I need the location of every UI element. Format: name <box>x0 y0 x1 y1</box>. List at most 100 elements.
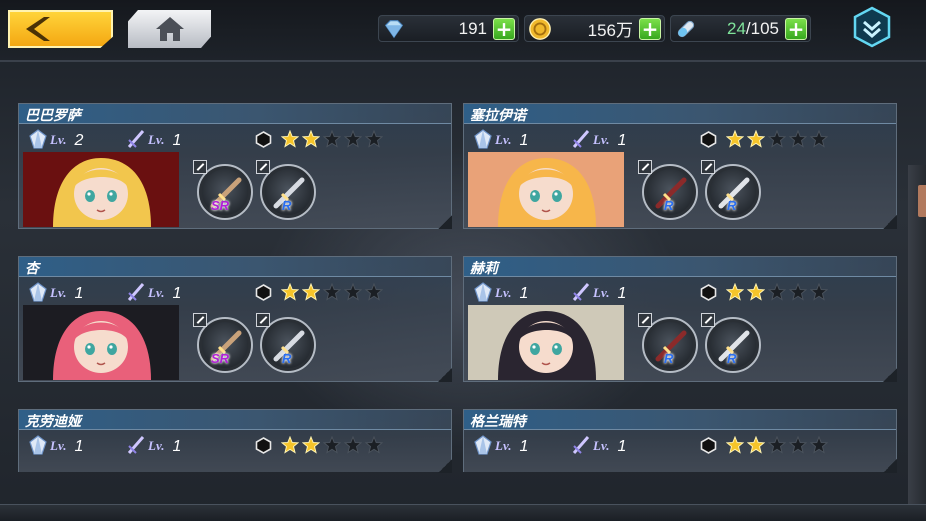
star-empty-icon <box>810 130 828 148</box>
level-row: Lv. 1 Lv. 1 <box>27 434 447 456</box>
star-empty-icon <box>323 283 341 301</box>
star-empty-icon <box>344 283 362 301</box>
weapon-level-value: 1 <box>172 132 182 149</box>
character-card[interactable]: 克劳迪娅 Lv. 1 Lv. 1 <box>18 409 452 473</box>
weapon-slot[interactable]: R <box>701 160 761 220</box>
character-card[interactable]: 格兰瑞特 Lv. 1 Lv. 1 <box>463 409 897 473</box>
star-filled-icon <box>726 436 744 454</box>
character-name: 巴巴罗萨 <box>25 108 81 124</box>
character-name: 塞拉伊诺 <box>470 108 526 124</box>
hexagon-icon <box>255 284 272 301</box>
character-portrait <box>468 305 624 380</box>
card-header: 格兰瑞特 <box>464 410 896 430</box>
weapon-slot[interactable]: R <box>256 160 316 220</box>
diamond-value: 191 <box>458 18 487 38</box>
star-filled-icon <box>747 130 765 148</box>
star-rating <box>281 130 383 148</box>
level-row: Lv. 1 Lv. 1 <box>472 434 892 456</box>
star-filled-icon <box>726 130 744 148</box>
character-level: Lv. 2 <box>27 128 83 150</box>
star-empty-icon <box>323 436 341 454</box>
character-name: 格兰瑞特 <box>470 414 526 430</box>
stamina-capsule-icon <box>673 16 699 42</box>
portrait-frame <box>468 305 624 380</box>
gold-value: 156万 <box>587 21 633 40</box>
hexagon-icon <box>255 131 272 148</box>
character-level-value: 1 <box>74 285 84 302</box>
character-card[interactable]: 赫莉 Lv. 1 Lv. 1 R R <box>463 256 897 382</box>
portrait-frame <box>468 152 624 227</box>
weapon-rarity-label: R <box>727 198 737 213</box>
star-empty-icon <box>789 283 807 301</box>
character-card[interactable]: 塞拉伊诺 Lv. 1 Lv. 1 R R <box>463 103 897 229</box>
star-empty-icon <box>768 130 786 148</box>
level-crystal-icon <box>29 435 47 455</box>
character-level-value: 1 <box>519 285 529 302</box>
hexagon-icon <box>700 131 717 148</box>
card-header: 巴巴罗萨 <box>19 104 451 124</box>
weapon-rarity-label: R <box>664 198 674 213</box>
star-empty-icon <box>810 283 828 301</box>
scroll-strip[interactable] <box>908 165 926 521</box>
star-empty-icon <box>768 283 786 301</box>
hexagon-icon <box>700 437 717 454</box>
weapon-slot[interactable]: SR <box>193 313 253 373</box>
character-card[interactable]: 杏 Lv. 1 Lv. 1 SR R <box>18 256 452 382</box>
weapon-level-value: 1 <box>172 285 182 302</box>
star-empty-icon <box>789 130 807 148</box>
level-sword-icon <box>127 130 145 148</box>
weapon-level: Lv. 1 <box>570 281 626 303</box>
arrow-left-icon <box>26 17 50 41</box>
star-filled-icon <box>302 130 320 148</box>
character-level-value: 1 <box>519 438 529 455</box>
weapon-rarity-label: SR <box>211 198 230 213</box>
star-empty-icon <box>789 436 807 454</box>
weapon-level-value: 1 <box>617 285 627 302</box>
star-filled-icon <box>281 130 299 148</box>
character-name: 杏 <box>25 261 39 277</box>
star-filled-icon <box>302 436 320 454</box>
card-header: 塞拉伊诺 <box>464 104 896 124</box>
gold-coin-icon <box>527 16 553 42</box>
star-empty-icon <box>365 130 383 148</box>
star-filled-icon <box>302 283 320 301</box>
weapon-slot[interactable]: R <box>256 313 316 373</box>
star-empty-icon <box>344 436 362 454</box>
character-card[interactable]: 巴巴罗萨 Lv. 2 Lv. 1 SR R <box>18 103 452 229</box>
diamond-icon <box>381 16 407 42</box>
home-button[interactable] <box>128 10 211 48</box>
character-name: 赫莉 <box>470 261 498 277</box>
star-filled-icon <box>747 436 765 454</box>
scroll-thumb[interactable] <box>918 185 926 217</box>
character-level-value: 1 <box>519 132 529 149</box>
stamina-counter: 24/105 + <box>670 15 811 42</box>
add-diamond-button[interactable]: + <box>493 17 515 40</box>
weapon-level: Lv. 1 <box>570 434 626 456</box>
star-empty-icon <box>365 436 383 454</box>
weapon-level: Lv. 1 <box>125 434 181 456</box>
level-row: Lv. 1 Lv. 1 <box>27 281 447 303</box>
card-header: 克劳迪娅 <box>19 410 451 430</box>
weapon-slot[interactable]: SR <box>193 160 253 220</box>
level-sword-icon <box>572 283 590 301</box>
character-level: Lv. 1 <box>27 434 83 456</box>
star-rating <box>726 283 828 301</box>
level-crystal-icon <box>29 282 47 302</box>
dropdown-menu-button[interactable] <box>852 6 892 48</box>
character-portrait <box>23 305 179 380</box>
add-gold-button[interactable]: + <box>639 17 661 40</box>
level-row: Lv. 1 Lv. 1 <box>472 128 892 150</box>
character-name: 克劳迪娅 <box>25 414 81 430</box>
portrait-frame <box>23 305 179 380</box>
weapon-slot[interactable]: R <box>701 313 761 373</box>
character-portrait <box>468 152 624 227</box>
weapon-level: Lv. 1 <box>570 128 626 150</box>
weapon-slot[interactable]: R <box>638 160 698 220</box>
star-empty-icon <box>810 436 828 454</box>
back-button[interactable] <box>8 10 113 48</box>
weapon-slot[interactable]: R <box>638 313 698 373</box>
level-sword-icon <box>572 436 590 454</box>
weapon-level-value: 1 <box>617 132 627 149</box>
diamond-counter: 191 + <box>378 15 519 42</box>
add-stamina-button[interactable]: + <box>785 17 807 40</box>
